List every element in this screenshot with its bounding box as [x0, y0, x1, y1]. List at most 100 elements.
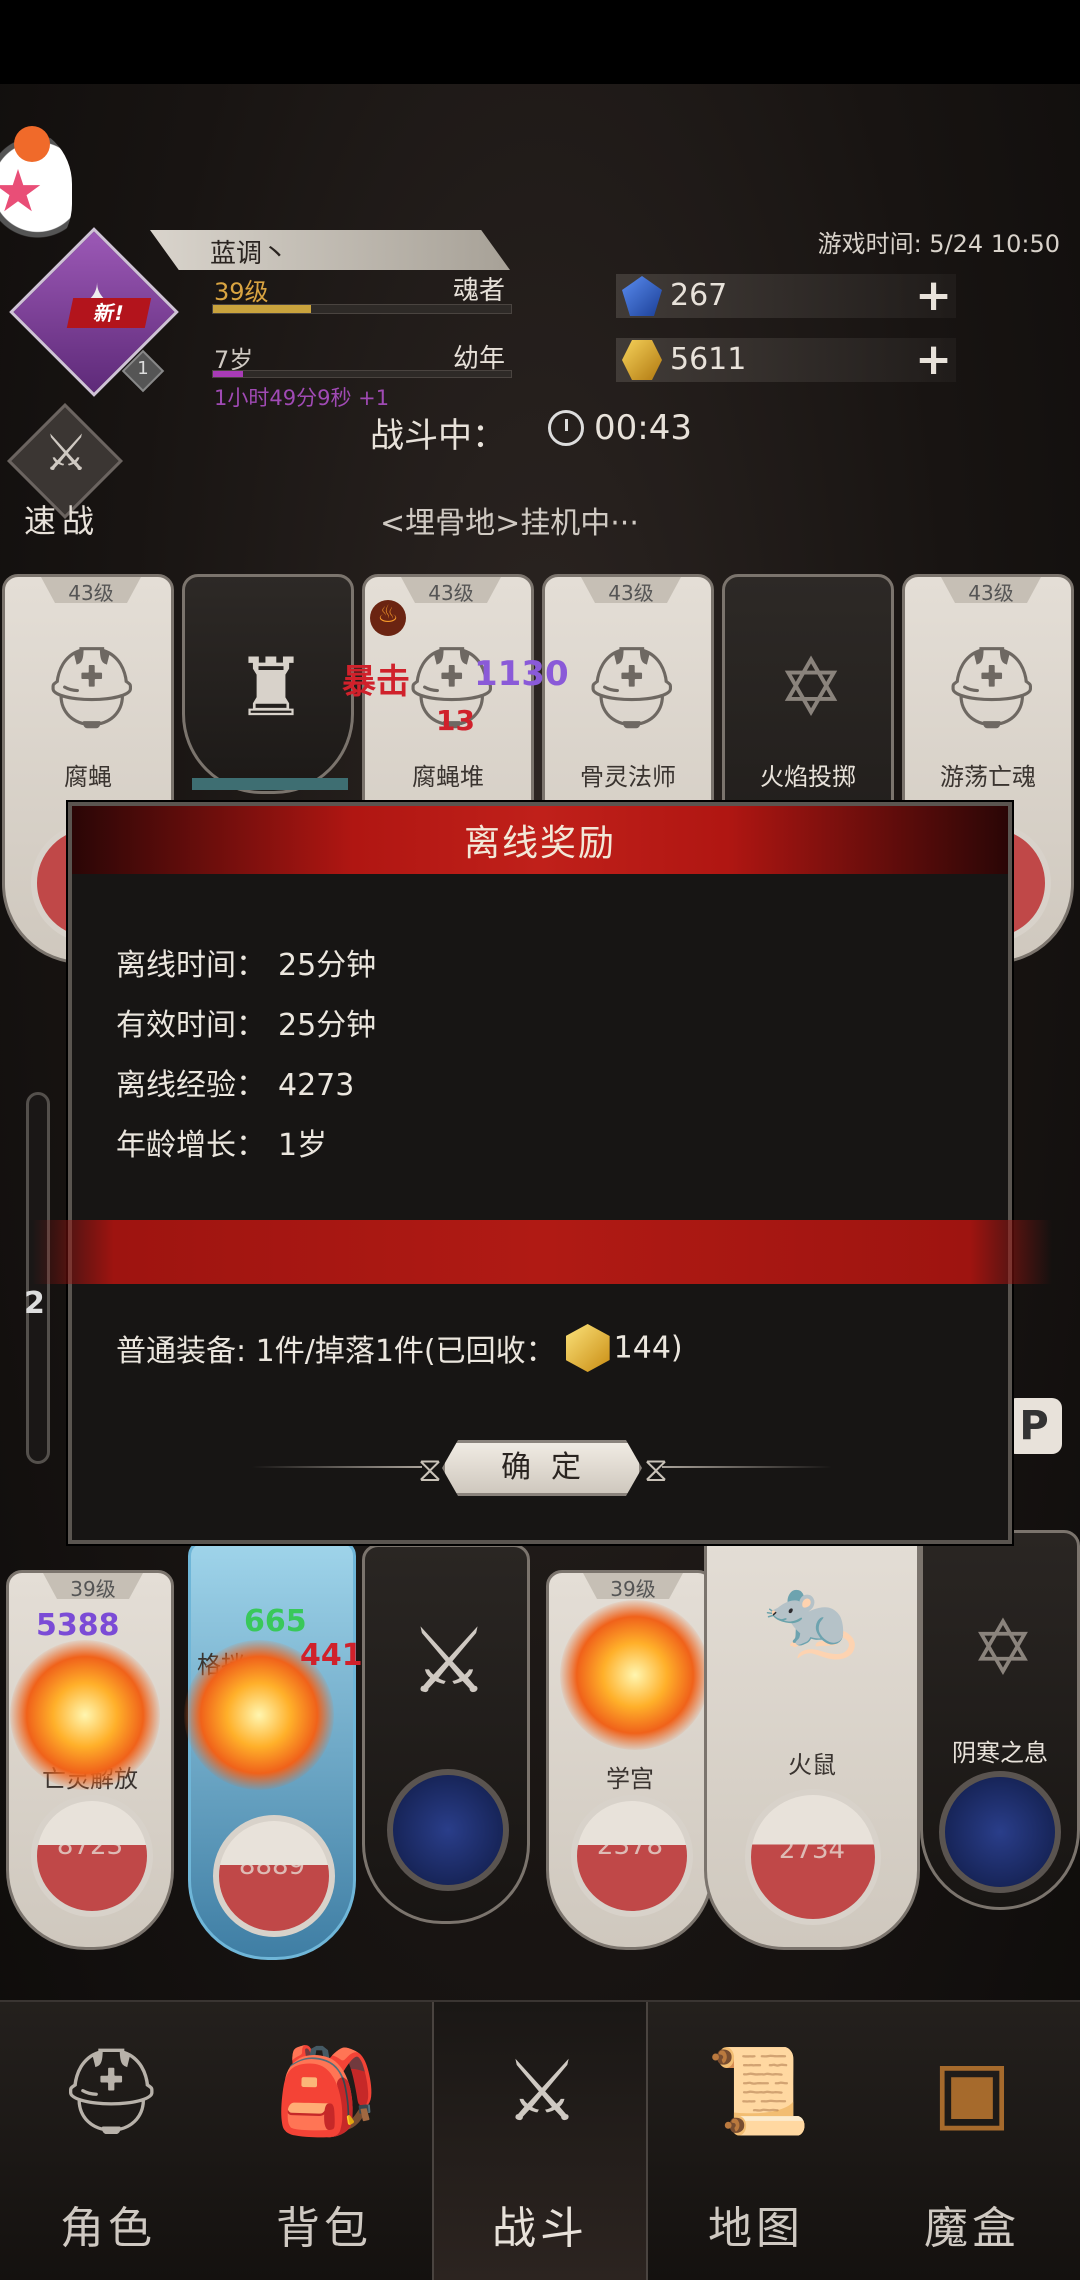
sword-shield-icon: ⚔	[504, 2042, 580, 2140]
explosion-effect	[560, 1600, 710, 1750]
avatar[interactable]: ★	[0, 124, 72, 264]
info-row-effective-time: 有效时间： 25分钟	[116, 1000, 376, 1044]
pet-card[interactable]: 🐀 火鼠 2734	[704, 1520, 920, 1950]
helmet-icon: ⛑	[41, 641, 143, 734]
player-hp: 8889	[238, 1851, 306, 1881]
crit-damage: 1130	[474, 654, 569, 694]
fire-buff-icon: ♨	[370, 600, 406, 636]
info-row-offline-time: 离线时间： 25分钟	[116, 940, 376, 984]
player-card-name: 学宫	[606, 1765, 654, 1793]
add-crystal-button[interactable]: +	[915, 270, 952, 321]
enemy-level: 43级	[401, 577, 501, 603]
stopwatch-icon	[548, 410, 584, 446]
equipment-gold: 144)	[613, 1330, 683, 1366]
hexagram-icon: ✡	[777, 641, 845, 734]
nav-label: 背包	[276, 2203, 372, 2254]
enemy-hp-bar	[192, 778, 348, 790]
enemy-name: 游荡亡魂	[940, 763, 1036, 791]
floating-damage: 5388	[36, 1608, 120, 1643]
player-level: 39级	[214, 278, 269, 306]
sword-skill-icon	[387, 1769, 509, 1891]
helmet-icon: ⛑	[941, 641, 1043, 734]
xp-bar-fill	[213, 305, 312, 313]
quick-fight-label: 速战	[24, 502, 101, 540]
xp-bar	[212, 304, 512, 314]
player-card-level: 39级	[583, 1573, 683, 1599]
crit-label: 暴击	[342, 662, 410, 702]
p-icon[interactable]: P	[1006, 1398, 1062, 1454]
nav-magic-box[interactable]: ▣ 魔盒	[864, 2002, 1080, 2280]
gold-crystal-icon	[565, 1324, 610, 1372]
enemy-name: 腐蝇	[64, 763, 112, 791]
battle-status: 战斗中：	[370, 416, 506, 456]
scroll-map-icon: 📜	[706, 2042, 811, 2140]
magic-box-icon: ▣	[932, 2042, 1012, 2140]
player-hp: 8723	[56, 1831, 124, 1861]
info-value: 25分钟	[278, 1008, 377, 1043]
skill-card[interactable]: ✡ 阴寒之息	[920, 1530, 1080, 1910]
dialog-divider	[32, 1220, 1052, 1284]
skill-name: 阴寒之息	[952, 1739, 1048, 1767]
sword-icon: ⚔	[43, 424, 89, 482]
name-plate	[150, 230, 510, 270]
nav-label: 魔盒	[924, 2203, 1020, 2254]
side-gauge-value: 2	[24, 1286, 45, 1321]
nav-backpack[interactable]: 🎒 背包	[216, 2002, 432, 2280]
info-row-age-growth: 年龄增长： 1岁	[116, 1120, 327, 1164]
crystal-currency: 267 +	[616, 270, 956, 321]
nav-battle[interactable]: ⚔ 战斗	[432, 2002, 648, 2280]
button-deco-line	[662, 1466, 832, 1468]
gold-amount: 5611	[670, 342, 747, 377]
dialog-title: 离线奖励	[463, 823, 616, 864]
enemy-level: 43级	[581, 577, 681, 603]
helmet-icon: ⛑	[58, 2042, 165, 2140]
bottom-nav: ⛑ 角色 🎒 背包 ⚔ 战斗 📜 地图 ▣ 魔盒	[0, 2000, 1080, 2280]
player-card-level: 39级	[43, 1573, 143, 1599]
enemy-name: 骨灵法师	[580, 763, 676, 791]
info-value: 4273	[278, 1068, 355, 1103]
nav-label: 地图	[708, 2203, 804, 2254]
add-gold-button[interactable]: +	[915, 334, 952, 385]
age-bar-fill	[213, 371, 243, 377]
burn-damage: 13	[436, 704, 475, 737]
age-timer: 1小时49分9秒 +1	[214, 386, 390, 410]
new-badge: 新!	[66, 298, 152, 328]
info-value: 1岁	[278, 1128, 328, 1163]
player-name: 蓝调丶	[210, 239, 289, 269]
info-row-offline-exp: 离线经验： 4273	[116, 1060, 354, 1104]
floating-damage: 441	[300, 1638, 363, 1673]
battle-timer: 00:43	[594, 408, 692, 448]
dialog-header: 离线奖励	[72, 806, 1008, 874]
info-label: 离线时间：	[116, 948, 266, 983]
hexagram-icon: ✡	[971, 1603, 1035, 1692]
player-hp: 2378	[596, 1831, 664, 1861]
button-deco-line	[252, 1466, 422, 1468]
button-deco-left: ⧖	[418, 1450, 442, 1490]
weapon-skill-card[interactable]: ⚔	[362, 1544, 530, 1924]
helmet-icon: ⛑	[581, 641, 683, 734]
pet-name: 火鼠	[788, 1751, 836, 1779]
info-label: 离线经验：	[116, 1068, 266, 1103]
info-value: 25分钟	[278, 948, 377, 983]
equipment-text: 普通装备: 1件/掉落1件(已回收：	[116, 1334, 556, 1369]
pet-hp: 2734	[778, 1835, 846, 1865]
avatar-star-icon: ★	[0, 157, 44, 225]
confirm-button[interactable]: 确定	[442, 1440, 642, 1496]
nav-map[interactable]: 📜 地图	[648, 2002, 864, 2280]
enemy-name: 腐蝇堆	[412, 763, 484, 791]
button-deco-right: ⧖	[644, 1450, 668, 1490]
status-bar	[0, 0, 1080, 84]
frost-wave-icon	[939, 1771, 1061, 1893]
fire-rat-icon: 🐀	[763, 1573, 859, 1662]
backpack-icon: 🎒	[274, 2042, 379, 2140]
enemy-card[interactable]: ♜	[182, 574, 354, 794]
crystal-amount: 267	[670, 278, 728, 313]
nav-label: 角色	[60, 2203, 156, 2254]
nav-character[interactable]: ⛑ 角色	[0, 2002, 216, 2280]
info-label: 有效时间：	[116, 1008, 266, 1043]
game-screen: ★ ✦ 新! 1 蓝调丶 39级 魂者 7岁 幼年 1小时49分9秒 +1 游戏…	[0, 0, 1080, 2280]
explosion-effect	[10, 1640, 160, 1790]
floating-heal: 665	[244, 1604, 307, 1639]
player-class: 魂者	[452, 276, 505, 306]
class-level-number: 1	[137, 358, 149, 379]
